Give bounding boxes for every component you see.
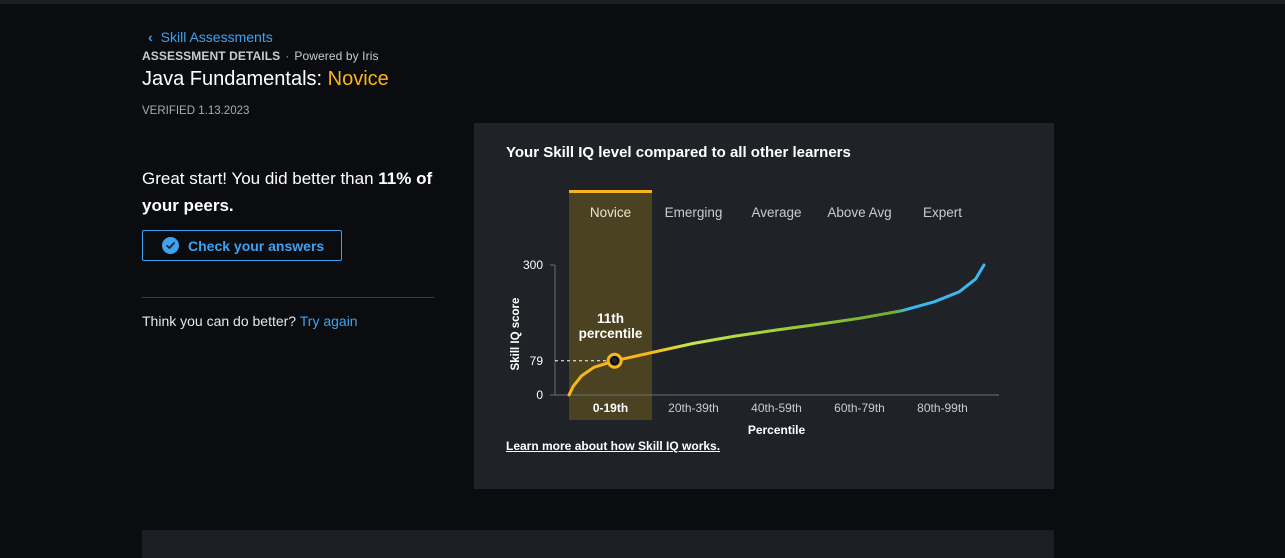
powered-by-label: Powered by Iris <box>294 49 379 63</box>
skill-level: Novice <box>327 68 389 90</box>
back-link-label: Skill Assessments <box>160 29 273 45</box>
y-tick-label-0: 300 <box>523 258 543 272</box>
x-tick-label-1: 20th-39th <box>668 401 719 415</box>
x-tick-label-4: 80th-99th <box>917 401 968 415</box>
x-tick-label-0: 0-19th <box>593 401 628 415</box>
y-axis-label: Skill IQ score <box>510 298 522 371</box>
assessment-details-label: ASSESSMENT DETAILS <box>142 49 281 63</box>
skill-iq-chart: Novice Emerging Average Above Avg Expert 300 7… <box>510 190 999 437</box>
highlight-top-bar <box>569 190 652 193</box>
percentile-label-line2: percentile <box>579 326 643 341</box>
level-label-3: Above Avg <box>827 205 891 220</box>
level-label-1: Emerging <box>665 205 723 220</box>
result-percent: 11% <box>378 169 412 188</box>
top-bar <box>0 0 1285 4</box>
try-again-link[interactable]: Try again <box>300 313 358 329</box>
check-answers-label: Check your answers <box>188 237 325 254</box>
back-to-skill-assessments-link[interactable]: ‹ Skill Assessments <box>148 29 273 45</box>
x-axis-label: Percentile <box>748 423 806 437</box>
result-summary: Great start! You did better than 11% of … <box>142 165 442 219</box>
result-text-before: Great start! You did better than <box>142 169 379 188</box>
score-marker-inner <box>610 356 619 365</box>
skill-iq-card: Your Skill IQ level compared to all othe… <box>474 123 1054 489</box>
chevron-left-icon: ‹ <box>148 29 153 45</box>
level-label-4: Expert <box>923 205 962 220</box>
retry-prompt: Think you can do better? Try again <box>142 313 358 329</box>
bottom-panel <box>142 530 1054 558</box>
y-tick-label-2: 0 <box>536 388 543 402</box>
title-prefix: Java Fundamentals: <box>142 68 323 90</box>
level-label-2: Average <box>751 205 801 220</box>
percentile-label-line1: 11th <box>597 311 624 326</box>
retry-prompt-text: Think you can do better? <box>142 313 297 329</box>
assessment-meta: ASSESSMENT DETAILS · Powered by Iris <box>142 49 379 63</box>
divider <box>142 297 434 298</box>
check-answers-button[interactable]: Check your answers <box>142 230 342 261</box>
learn-more-link[interactable]: Learn more about how Skill IQ works. <box>506 439 720 453</box>
highlight-column <box>569 192 652 420</box>
x-tick-label-2: 40th-59th <box>751 401 802 415</box>
x-tick-label-3: 60th-79th <box>834 401 885 415</box>
meta-separator: · <box>285 49 290 63</box>
y-tick-label-1: 79 <box>530 354 544 368</box>
level-label-0: Novice <box>590 205 631 220</box>
checkmark-circle-icon <box>162 237 179 254</box>
verified-date: VERIFIED 1.13.2023 <box>142 105 250 117</box>
page-title: Java Fundamentals: Novice <box>142 68 389 91</box>
